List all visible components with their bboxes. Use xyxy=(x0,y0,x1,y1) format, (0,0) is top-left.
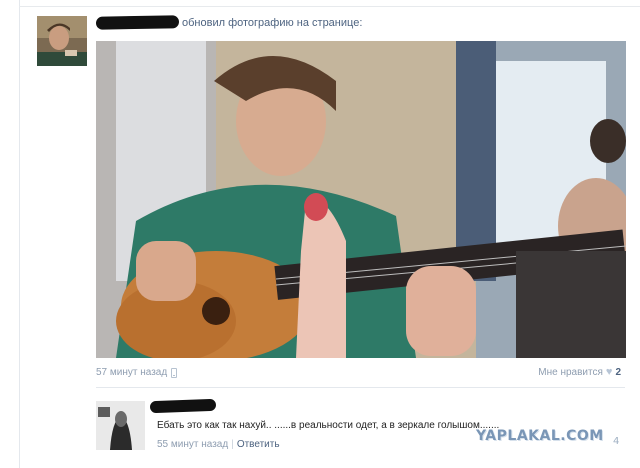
heart-icon: ♥ xyxy=(605,366,613,378)
photo-image xyxy=(96,41,626,358)
watermark: YAPLAKAL.COM xyxy=(476,428,604,444)
post-photo[interactable] xyxy=(96,41,626,358)
comment-time[interactable]: 55 минут назад xyxy=(157,439,228,450)
comment-author-avatar[interactable] xyxy=(96,401,145,450)
top-divider xyxy=(19,6,640,7)
post-author-avatar[interactable] xyxy=(37,16,87,66)
post-timestamp[interactable]: 57 минут назад xyxy=(96,367,178,378)
mobile-phone-icon xyxy=(171,367,178,378)
like-button[interactable]: Мне нравится ♥ 2 xyxy=(538,366,621,378)
meta-separator: | xyxy=(231,439,234,450)
avatar-image xyxy=(37,16,87,66)
post-time-text: 57 минут назад xyxy=(96,367,168,378)
like-count: 2 xyxy=(615,366,621,378)
comment-text: Ебать это как так нахуй.. ......в реальн… xyxy=(157,420,500,431)
watermark-suffix: 4 xyxy=(613,436,620,447)
post-action-text: обновил фотографию на странице: xyxy=(182,17,363,29)
author-name-redacted xyxy=(95,15,180,30)
reply-link[interactable]: Ответить xyxy=(237,439,280,450)
like-label: Мне нравится xyxy=(538,366,603,378)
comment-meta: 55 минут назад | Ответить xyxy=(157,439,280,450)
comments-divider xyxy=(96,387,625,388)
comment-author-redacted xyxy=(149,398,217,414)
comment-avatar-image xyxy=(96,401,145,450)
